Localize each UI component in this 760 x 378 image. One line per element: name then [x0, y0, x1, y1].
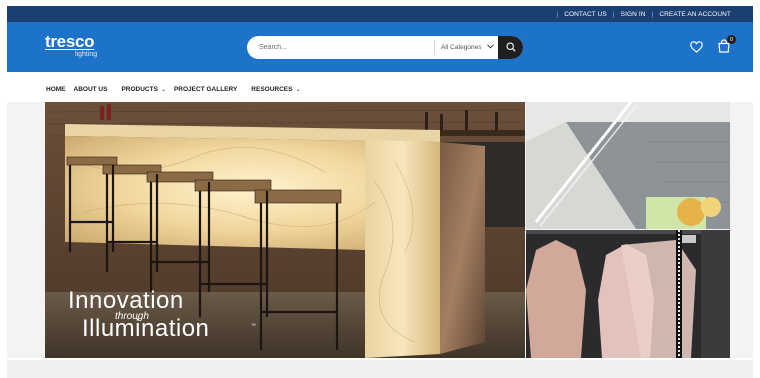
nav-item-home[interactable]: HOME [46, 86, 66, 93]
search-input[interactable] [247, 44, 433, 51]
create-account-link[interactable]: CREATE AN ACCOUNT [659, 11, 731, 18]
search-button[interactable] [498, 36, 523, 59]
hero-tagline-line3: Illumination [82, 315, 210, 342]
nav-item-label: RESOURCES [251, 85, 293, 93]
nav-item-label: PROJECT GALLERY [173, 85, 238, 93]
logo-wordmark: tresco [45, 32, 95, 51]
nav-item-resources[interactable]: RESOURCES ⌄ [251, 86, 300, 93]
top-links: | CONTACT US | SIGN IN | CREATE AN ACCOU… [556, 10, 731, 18]
nav-item-products[interactable]: PRODUCTS ⌄ [121, 86, 166, 93]
category-selected-value: All Categories [441, 44, 482, 51]
nav-item-label: PRODUCTS [121, 85, 158, 93]
nav-item-about-us[interactable]: ABOUT US [74, 86, 108, 93]
closet-illustration [526, 230, 730, 358]
chevron-down-icon: ⌄ [295, 86, 301, 93]
nav-item-label: HOME [46, 85, 66, 93]
chevron-down-icon: ⌄ [160, 86, 166, 93]
hero-undercabinet-image[interactable] [526, 102, 730, 229]
top-utility-bar: | CONTACT US | SIGN IN | CREATE AN ACCOU… [7, 6, 753, 22]
logo-subtitle: lighting [75, 51, 98, 58]
heart-icon[interactable] [690, 40, 703, 58]
site-logo[interactable]: tresco lighting [45, 32, 97, 58]
nav-item-label: ABOUT US [73, 85, 108, 93]
trademark-mark: ™ [251, 323, 256, 329]
hero-closet-image[interactable] [526, 230, 730, 358]
category-select[interactable]: All Categories [434, 40, 498, 55]
nav-item-project-gallery[interactable]: PROJECT GALLERY [174, 86, 237, 93]
cart-button[interactable]: 0 [717, 35, 736, 58]
sign-in-link[interactable]: SIGN IN [621, 11, 646, 18]
undercabinet-illustration [526, 102, 730, 229]
chevron-down-icon [487, 44, 495, 51]
below-fold-strip [7, 360, 753, 378]
site-header: tresco lighting All Categories 0 [7, 22, 753, 72]
search-bar: All Categories [247, 36, 523, 59]
cart-count-badge: 0 [727, 35, 736, 44]
main-nav: HOME ABOUT US PRODUCTS ⌄ PROJECT GALLERY… [46, 84, 309, 94]
search-icon [505, 39, 516, 57]
contact-us-link[interactable]: CONTACT US [564, 11, 607, 18]
header-actions: 0 [690, 35, 736, 58]
